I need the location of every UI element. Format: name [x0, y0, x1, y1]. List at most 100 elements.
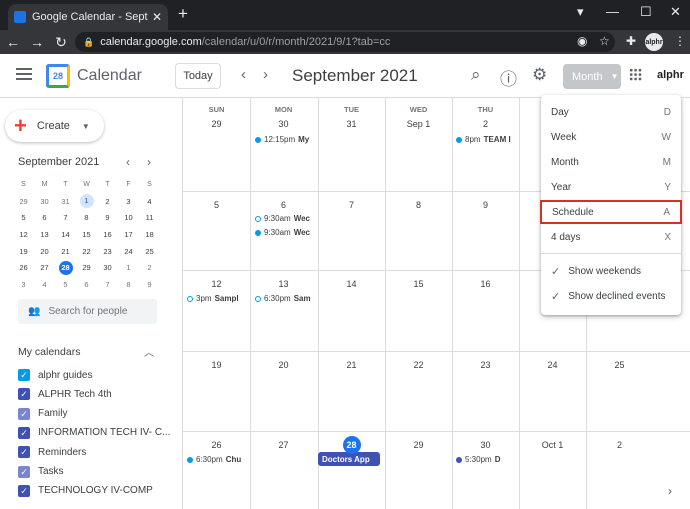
date-number[interactable]: 31 — [318, 119, 385, 129]
mini-day[interactable]: 5 — [13, 213, 34, 222]
date-number[interactable]: 22 — [385, 360, 452, 370]
tab-search-icon[interactable]: ▾ — [577, 4, 584, 20]
event-chip[interactable]: 8pm TEAM I — [456, 135, 516, 144]
view-option-schedule[interactable]: Schedule A — [540, 200, 682, 224]
mini-day[interactable]: 6 — [76, 280, 97, 289]
event-chip[interactable]: 6:30pm Chu — [187, 455, 247, 464]
extensions-icon[interactable]: ✚ — [626, 34, 636, 48]
mini-day[interactable]: 29 — [13, 197, 34, 206]
next-month-icon[interactable]: › — [263, 66, 268, 83]
event-chip[interactable]: 5:30pm D — [456, 455, 516, 464]
mini-day[interactable]: 17 — [118, 230, 139, 239]
mini-day[interactable]: 9 — [97, 213, 118, 222]
date-number[interactable]: 20 — [250, 360, 317, 370]
date-number[interactable]: 2 — [586, 440, 653, 450]
chevron-right-icon[interactable]: › — [668, 484, 672, 498]
mini-day[interactable]: 2 — [139, 263, 160, 272]
mini-day[interactable]: 30 — [97, 263, 118, 272]
mini-day[interactable]: 2 — [97, 197, 118, 206]
mini-day[interactable]: 4 — [34, 280, 55, 289]
event-chip[interactable]: 9:30am Wec — [255, 228, 315, 237]
mini-day[interactable]: 10 — [118, 213, 139, 222]
address-bar[interactable]: 🔒 calendar.google.com/calendar/u/0/r/mon… — [75, 32, 615, 52]
mini-day[interactable]: 27 — [34, 263, 55, 272]
mini-day[interactable]: 12 — [13, 230, 34, 239]
mini-day[interactable]: 6 — [34, 213, 55, 222]
mini-previous-icon[interactable]: ‹ — [126, 155, 130, 169]
checkbox-icon[interactable]: ✓ — [18, 369, 30, 381]
date-number[interactable]: 29 — [385, 440, 452, 450]
create-button[interactable]: + Create ▼ — [5, 110, 104, 142]
today-button[interactable]: Today — [175, 63, 221, 89]
calendar-item[interactable]: ✓ TECHNOLOGY IV-COMP — [18, 484, 153, 497]
event-chip[interactable]: 6:30pm Sam — [255, 294, 315, 303]
event-block[interactable]: Doctors App — [318, 452, 380, 466]
date-number[interactable]: 2 — [452, 119, 519, 129]
mini-day[interactable]: 4 — [139, 197, 160, 206]
date-number[interactable]: 19 — [183, 360, 250, 370]
show-declined-option[interactable]: ✓ Show declined events — [541, 284, 681, 308]
date-number[interactable]: 25 — [586, 360, 653, 370]
mini-day[interactable]: 14 — [55, 230, 76, 239]
date-number[interactable]: 14 — [318, 279, 385, 289]
view-option-year[interactable]: Year Y — [541, 175, 681, 199]
mini-day[interactable]: 3 — [118, 197, 139, 206]
calendar-item[interactable]: ✓ alphr guides — [18, 369, 92, 381]
mini-day[interactable]: 28 — [55, 260, 76, 275]
chevron-up-icon[interactable]: ︿ — [144, 344, 154, 359]
calendar-item[interactable]: ✓ INFORMATION TECH IV- C... — [18, 426, 170, 439]
date-number[interactable]: 7 — [318, 200, 385, 210]
checkbox-icon[interactable]: ✓ — [18, 426, 30, 439]
checkbox-icon[interactable]: ✓ — [18, 484, 30, 497]
my-calendars-heading[interactable]: My calendars — [18, 346, 80, 358]
mini-day[interactable]: 24 — [118, 247, 139, 256]
mini-day[interactable]: 7 — [55, 213, 76, 222]
help-icon[interactable]: ⓘ — [500, 65, 517, 90]
date-number[interactable]: 13 — [250, 279, 317, 289]
minimize-icon[interactable]: — — [606, 4, 619, 19]
close-window-icon[interactable]: ✕ — [670, 4, 681, 20]
calendar-item[interactable]: ✓ Family — [18, 407, 67, 420]
mini-day[interactable]: 3 — [13, 280, 34, 289]
mini-day[interactable]: 21 — [55, 247, 76, 256]
date-number[interactable]: 27 — [250, 440, 317, 450]
date-number[interactable]: 30 — [250, 119, 317, 129]
date-number[interactable]: 8 — [385, 200, 452, 210]
mini-day[interactable]: 15 — [76, 230, 97, 239]
mini-day[interactable]: 19 — [13, 247, 34, 256]
forward-icon[interactable]: → — [26, 34, 48, 50]
calendar-item[interactable]: ✓ Tasks — [18, 465, 64, 478]
close-tab-icon[interactable]: ✕ — [152, 10, 162, 24]
mini-day[interactable]: 1 — [118, 263, 139, 272]
event-chip[interactable]: 9:30am Wec — [255, 214, 315, 223]
show-weekends-option[interactable]: ✓ Show weekends — [541, 259, 681, 283]
view-option-month[interactable]: Month M — [541, 150, 681, 174]
date-number[interactable]: 23 — [452, 360, 519, 370]
mini-day[interactable]: 23 — [97, 247, 118, 256]
mini-day[interactable]: 30 — [34, 197, 55, 206]
reload-icon[interactable]: ↻ — [50, 34, 72, 51]
date-number[interactable]: 26 — [183, 440, 250, 450]
date-number[interactable]: 24 — [519, 360, 586, 370]
search-people-input[interactable]: 👥 Search for people — [18, 299, 157, 324]
main-menu-icon[interactable] — [16, 68, 32, 80]
mini-day[interactable]: 20 — [34, 247, 55, 256]
browser-menu-icon[interactable]: ⋮ — [674, 34, 686, 48]
mini-day[interactable]: 7 — [97, 280, 118, 289]
browser-tab[interactable]: Google Calendar - September 20 ✕ — [8, 4, 168, 30]
view-option-4-days[interactable]: 4 days X — [541, 225, 681, 249]
settings-gear-icon[interactable]: ⚙ — [532, 65, 547, 85]
maximize-icon[interactable]: ☐ — [640, 4, 652, 20]
event-chip[interactable]: 12:15pm My — [255, 135, 315, 144]
date-number[interactable]: 6 — [250, 200, 317, 210]
search-icon[interactable]: ⌕ — [471, 65, 481, 85]
checkbox-icon[interactable]: ✓ — [18, 446, 30, 459]
calendar-item[interactable]: ✓ ALPHR Tech 4th — [18, 388, 112, 401]
view-option-day[interactable]: Day D — [541, 100, 681, 124]
mini-day[interactable]: 11 — [139, 213, 160, 222]
checkbox-icon[interactable]: ✓ — [18, 465, 30, 478]
date-number[interactable]: 16 — [452, 279, 519, 289]
mini-day[interactable]: 9 — [139, 280, 160, 289]
mini-day[interactable]: 8 — [118, 280, 139, 289]
mini-day[interactable]: 22 — [76, 247, 97, 256]
